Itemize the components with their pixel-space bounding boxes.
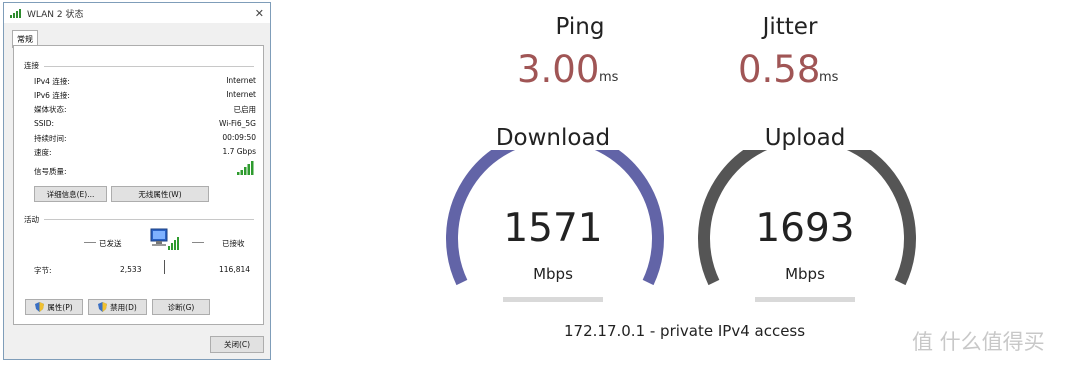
- details-button[interactable]: 详细信息(E)...: [34, 186, 107, 202]
- info-row: 持续时间: 00:09:50: [34, 133, 256, 144]
- wifi-signal-icon: [10, 9, 21, 18]
- row-label: IPv6 连接:: [34, 91, 70, 100]
- row-value: 1.7 Gbps: [222, 147, 256, 156]
- divider: [44, 66, 254, 67]
- ping-label: Ping: [555, 14, 605, 40]
- row-value: Wi-Fi6_5G: [219, 119, 256, 128]
- row-label: IPv4 连接:: [34, 77, 70, 86]
- jitter-unit: ms: [819, 70, 839, 85]
- download-value: 1571: [503, 206, 603, 251]
- info-row: SSID: Wi-Fi6_5G: [34, 119, 256, 128]
- watermark: 值 什么值得买: [912, 330, 1045, 354]
- download-progress-bar: [503, 297, 603, 302]
- properties-button[interactable]: 属性(P): [25, 299, 83, 315]
- upload-label: Upload: [764, 125, 846, 151]
- row-label: 媒体状态:: [34, 105, 67, 114]
- row-value: 已启用: [233, 105, 257, 114]
- row-value: Internet: [226, 76, 256, 85]
- general-panel: 连接 IPv4 连接: Internet IPv6 连接: Internet 媒…: [13, 45, 264, 325]
- upload-unit: Mbps: [785, 265, 825, 283]
- shield-icon: [35, 302, 45, 312]
- ping-value: 3.00: [517, 48, 600, 91]
- sent-label: 已发送: [99, 239, 122, 248]
- info-row: IPv6 连接: Internet: [34, 90, 256, 101]
- signal-quality-icon: [237, 161, 254, 175]
- divider: [164, 260, 165, 274]
- received-label: 已接收: [222, 239, 245, 248]
- row-label: SSID:: [34, 119, 55, 128]
- wlan-status-dialog: WLAN 2 状态 ✕ 常规 连接 IPv4 连接: Internet IPv6…: [3, 2, 271, 360]
- jitter-label: Jitter: [762, 14, 818, 40]
- upload-progress-bar: [755, 297, 855, 302]
- disable-button[interactable]: 禁用(D): [88, 299, 147, 315]
- shield-icon: [98, 302, 108, 312]
- connection-group-label: 连接: [24, 61, 39, 70]
- info-row: 信号质量:: [34, 161, 256, 177]
- download-label: Download: [495, 125, 611, 151]
- bytes-received: 116,814: [219, 265, 251, 274]
- info-row: IPv4 连接: Internet: [34, 76, 256, 87]
- bytes-sent: 2,533: [120, 265, 142, 274]
- upload-value: 1693: [755, 206, 855, 251]
- ip-info: 172.17.0.1 - private IPv4 access: [564, 322, 806, 340]
- activity-group-label: 活动: [24, 215, 39, 224]
- row-label: 持续时间:: [34, 134, 67, 143]
- info-row: 速度: 1.7 Gbps: [34, 147, 256, 158]
- dialog-title: WLAN 2 状态: [27, 9, 84, 20]
- row-label: 信号质量:: [34, 167, 67, 176]
- close-button[interactable]: 关闭(C): [210, 336, 264, 353]
- row-label: 速度:: [34, 148, 52, 157]
- jitter-value: 0.58: [738, 48, 821, 91]
- bytes-label: 字节:: [34, 266, 52, 275]
- button-label: 属性(P): [47, 302, 73, 312]
- dialog-titlebar: WLAN 2 状态 ✕: [4, 3, 270, 23]
- close-icon[interactable]: ✕: [255, 7, 264, 20]
- ping-unit: ms: [599, 70, 619, 85]
- info-row: 媒体状态: 已启用: [34, 104, 256, 115]
- network-computer-icon: [150, 228, 179, 250]
- button-label: 禁用(D): [110, 302, 137, 312]
- diagnose-button[interactable]: 诊断(G): [152, 299, 210, 315]
- download-unit: Mbps: [533, 265, 573, 283]
- row-value: Internet: [226, 90, 256, 99]
- divider: [84, 242, 96, 243]
- divider: [192, 242, 204, 243]
- divider: [44, 219, 254, 220]
- wireless-properties-button[interactable]: 无线属性(W): [111, 186, 209, 202]
- row-value: 00:09:50: [222, 133, 256, 142]
